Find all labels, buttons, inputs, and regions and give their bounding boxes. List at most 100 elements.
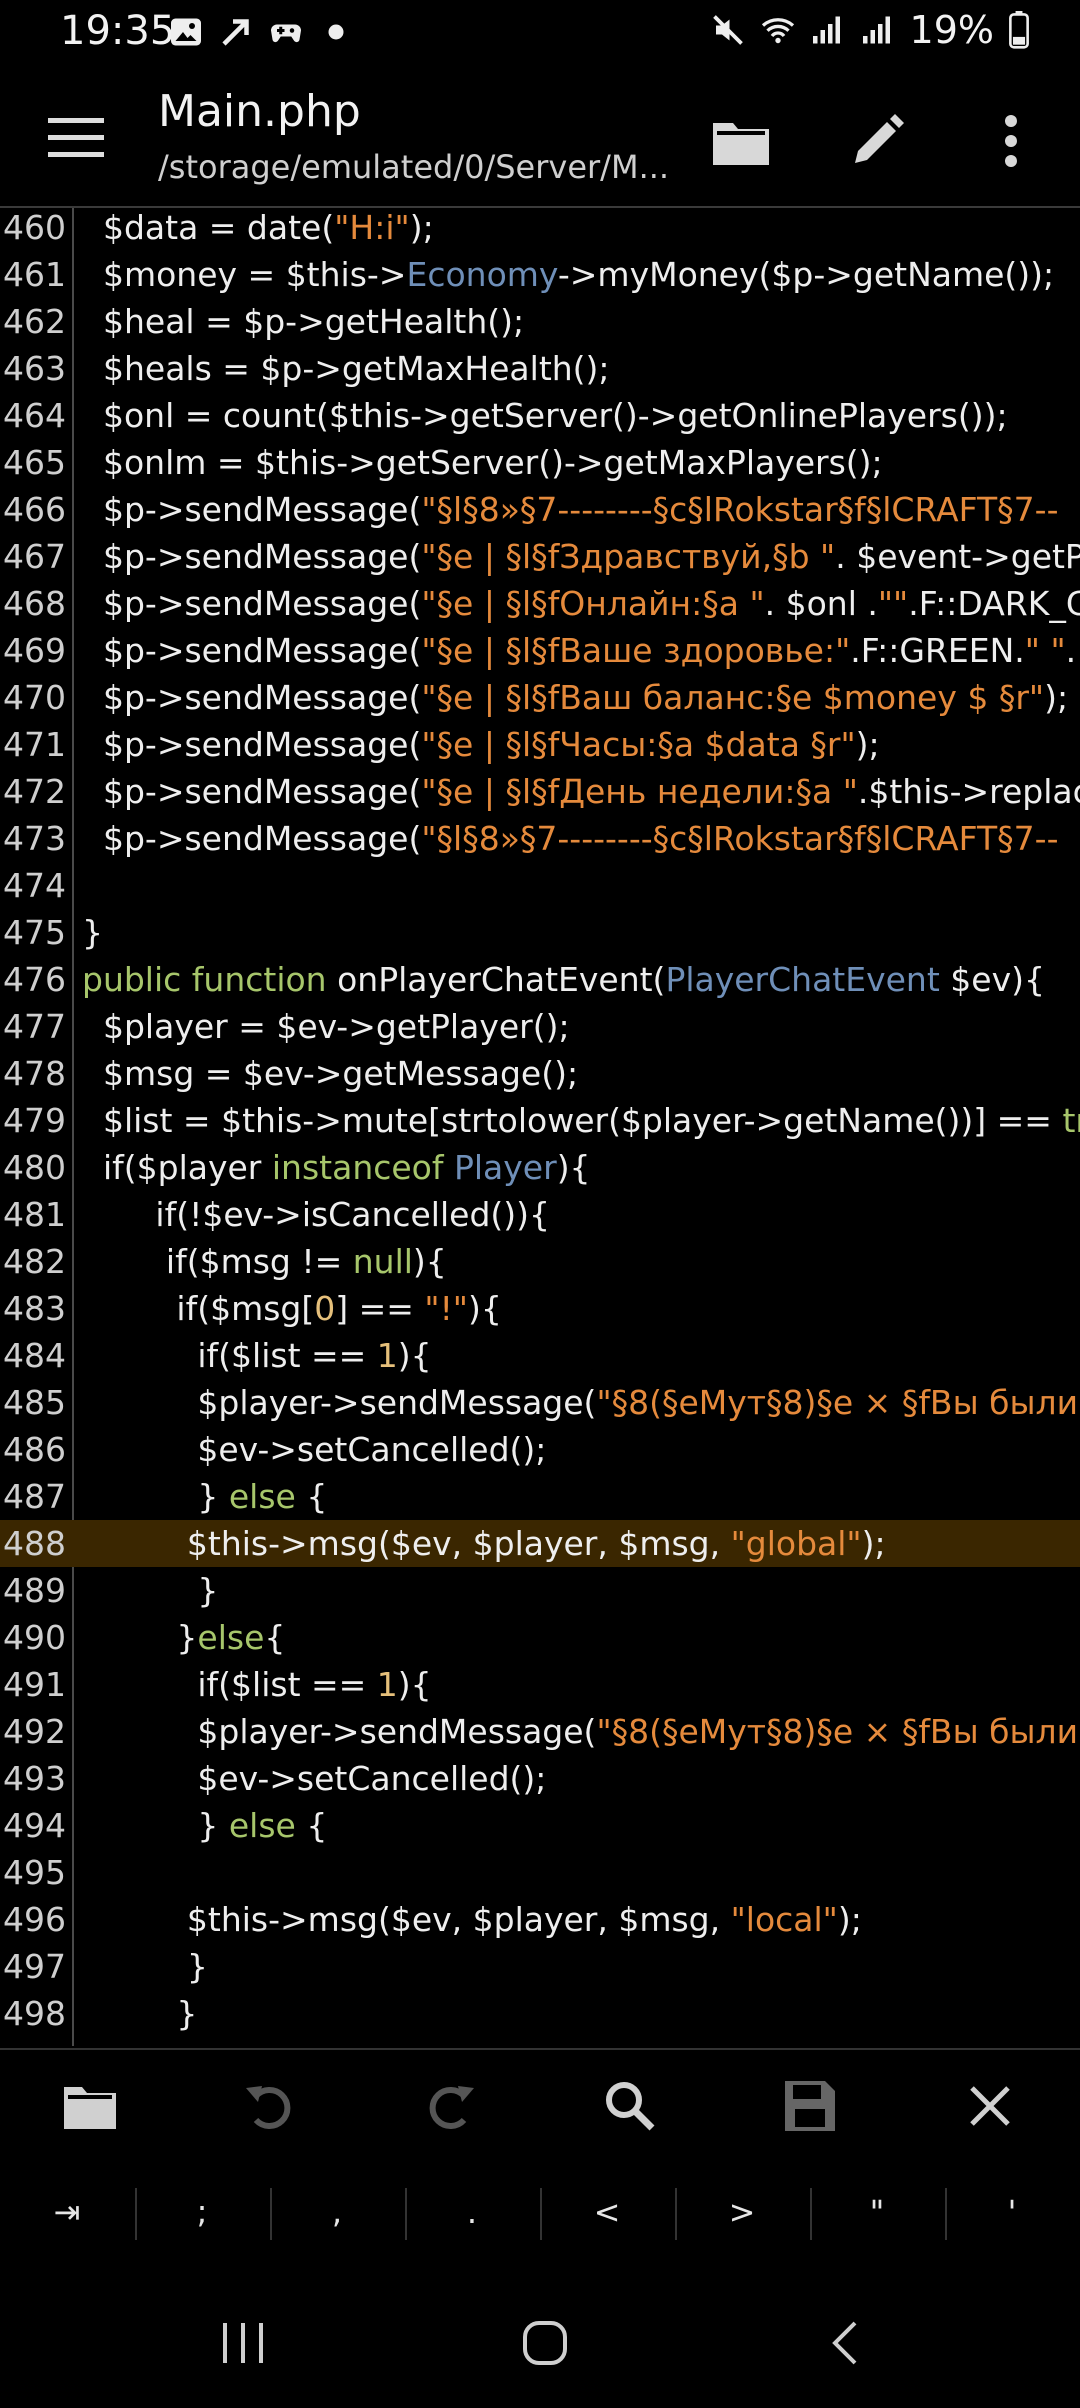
code-line[interactable]: 481 if(!$ev->isCancelled()){ bbox=[0, 1191, 1080, 1238]
code-line[interactable]: 494 } else { bbox=[0, 1802, 1080, 1849]
symbol-key[interactable]: ⇥ bbox=[0, 2162, 134, 2262]
line-number: 468 bbox=[3, 584, 66, 623]
code-line[interactable]: 493 $ev->setCancelled(); bbox=[0, 1755, 1080, 1802]
line-number: 472 bbox=[3, 772, 66, 811]
code-line[interactable]: 465 $onlm = $this->getServer()->getMaxPl… bbox=[0, 439, 1080, 486]
edit-button[interactable] bbox=[842, 106, 912, 176]
symbol-key[interactable]: . bbox=[405, 2162, 539, 2262]
code-text: $this->msg($ev, $player, $msg, "local"); bbox=[82, 1900, 862, 1939]
redo-icon bbox=[429, 2086, 474, 2129]
undo-button[interactable] bbox=[234, 2070, 306, 2142]
code-line[interactable]: 470 $p->sendMessage("§e | §l§fВаш баланс… bbox=[0, 674, 1080, 721]
code-line[interactable]: 479 $list = $this->mute[strtolower($play… bbox=[0, 1097, 1080, 1144]
code-text: if($list == 1){ bbox=[82, 1336, 432, 1375]
line-number: 479 bbox=[3, 1101, 66, 1140]
line-number: 492 bbox=[3, 1712, 66, 1751]
code-line[interactable]: 486 $ev->setCancelled(); bbox=[0, 1426, 1080, 1473]
line-number: 478 bbox=[3, 1054, 66, 1093]
navigation-bar bbox=[0, 2272, 1080, 2408]
line-number: 466 bbox=[3, 490, 66, 529]
line-number: 477 bbox=[3, 1007, 66, 1046]
line-number: 494 bbox=[3, 1806, 66, 1845]
code-text: if($list == 1){ bbox=[82, 1665, 432, 1704]
line-number: 482 bbox=[3, 1242, 66, 1281]
recents-button[interactable] bbox=[208, 2308, 278, 2378]
code-line[interactable]: 476 public function onPlayerChatEvent(Pla… bbox=[0, 956, 1080, 1003]
symbol-key[interactable]: " bbox=[810, 2162, 944, 2262]
code-line[interactable]: 473 $p->sendMessage("§l§8»§7--------§c§l… bbox=[0, 815, 1080, 862]
code-text: $p->sendMessage("§e | §l§fВаш баланс:§e … bbox=[82, 678, 1069, 717]
search-button[interactable] bbox=[594, 2070, 666, 2142]
back-button[interactable] bbox=[810, 2308, 880, 2378]
symbol-key[interactable]: ' bbox=[945, 2162, 1079, 2262]
code-line[interactable]: 478 $msg = $ev->getMessage(); bbox=[0, 1050, 1080, 1097]
gamepad-icon bbox=[271, 24, 301, 43]
menu-icon[interactable] bbox=[48, 116, 104, 160]
code-line[interactable]: 475} bbox=[0, 909, 1080, 956]
symbol-key[interactable]: < bbox=[540, 2162, 674, 2262]
code-line[interactable]: 483 if($msg[0] == "!"){ bbox=[0, 1285, 1080, 1332]
code-line[interactable]: 464 $onl = count($this->getServer()->get… bbox=[0, 392, 1080, 439]
close-file-button[interactable] bbox=[954, 2070, 1026, 2142]
code-line[interactable]: 492 $player->sendMessage("§8(§eМут§8)§e … bbox=[0, 1708, 1080, 1755]
line-number: 476 bbox=[3, 960, 66, 999]
code-line[interactable]: 489 } bbox=[0, 1567, 1080, 1614]
code-line[interactable]: 463 $heals = $p->getMaxHealth(); bbox=[0, 345, 1080, 392]
code-editor[interactable]: 460 $data = date("H:i"); 461 $money = $th… bbox=[0, 208, 1080, 2046]
code-text: } else { bbox=[82, 1477, 328, 1516]
code-line[interactable]: 472 $p->sendMessage("§e | §l§fДень недел… bbox=[0, 768, 1080, 815]
code-line[interactable]: 485 $player->sendMessage("§8(§eМут§8)§e … bbox=[0, 1379, 1080, 1426]
line-number: 480 bbox=[3, 1148, 66, 1187]
code-text: $p->sendMessage("§e | §l§fВаше здоровье:… bbox=[82, 631, 1077, 670]
symbol-separator bbox=[945, 2188, 947, 2240]
code-text: $player = $ev->getPlayer(); bbox=[82, 1007, 570, 1046]
undo-icon bbox=[246, 2086, 291, 2129]
code-line[interactable]: 487 } else { bbox=[0, 1473, 1080, 1520]
line-number: 469 bbox=[3, 631, 66, 670]
code-line[interactable]: 484 if($list == 1){ bbox=[0, 1332, 1080, 1379]
symbol-key[interactable]: ; bbox=[135, 2162, 269, 2262]
code-line[interactable]: 462 $heal = $p->getHealth(); bbox=[0, 298, 1080, 345]
code-line[interactable]: 498 } bbox=[0, 1990, 1080, 2037]
line-number: 485 bbox=[3, 1383, 66, 1422]
redo-button[interactable] bbox=[414, 2070, 486, 2142]
code-line[interactable]: 469 $p->sendMessage("§e | §l§fВаше здоро… bbox=[0, 627, 1080, 674]
home-button[interactable] bbox=[510, 2308, 580, 2378]
symbol-separator bbox=[135, 2188, 137, 2240]
code-line[interactable]: 468 $p->sendMessage("§e | §l§fОнлайн:§a … bbox=[0, 580, 1080, 627]
line-number: 461 bbox=[3, 255, 66, 294]
code-line[interactable]: 460 $data = date("H:i"); bbox=[0, 208, 1080, 251]
code-line[interactable]: 471 $p->sendMessage("§e | §l§fЧасы:§a $d… bbox=[0, 721, 1080, 768]
code-line[interactable]: 467 $p->sendMessage("§e | §l§fЗдравствуй… bbox=[0, 533, 1080, 580]
code-line[interactable]: 477 $player = $ev->getPlayer(); bbox=[0, 1003, 1080, 1050]
code-line[interactable]: 474 bbox=[0, 862, 1080, 909]
code-line[interactable]: 466 $p->sendMessage("§l§8»§7--------§c§l… bbox=[0, 486, 1080, 533]
code-line[interactable]: 495 bbox=[0, 1849, 1080, 1896]
symbol-key[interactable]: , bbox=[270, 2162, 404, 2262]
code-line[interactable]: 490 }else{ bbox=[0, 1614, 1080, 1661]
symbol-key[interactable]: > bbox=[675, 2162, 809, 2262]
code-text: $p->sendMessage("§l§8»§7--------§c§lRoks… bbox=[82, 490, 1059, 529]
overflow-menu-button[interactable] bbox=[976, 106, 1046, 176]
code-line[interactable]: 491 if($list == 1){ bbox=[0, 1661, 1080, 1708]
signal-icon bbox=[812, 16, 840, 44]
code-text: } bbox=[82, 913, 103, 952]
line-number: 481 bbox=[3, 1195, 66, 1234]
app-bar: Main.php /storage/emulated/0/Server/M... bbox=[0, 70, 1080, 208]
line-number: 491 bbox=[3, 1665, 66, 1704]
save-button[interactable] bbox=[774, 2070, 846, 2142]
code-line[interactable]: 488 $this->msg($ev, $player, $msg, "glob… bbox=[0, 1520, 1080, 1567]
open-folder-button[interactable] bbox=[706, 106, 776, 176]
code-text: if($player instanceof Player){ bbox=[82, 1148, 591, 1187]
code-text: $player->sendMessage("§8(§eМут§8)§e × §f… bbox=[82, 1383, 1079, 1422]
files-button[interactable] bbox=[54, 2070, 126, 2142]
code-line[interactable]: 482 if($msg != null){ bbox=[0, 1238, 1080, 1285]
code-text: $p->sendMessage("§e | §l§fОнлайн:§a ". $… bbox=[82, 584, 1080, 623]
search-icon bbox=[606, 2082, 655, 2131]
code-line[interactable]: 480 if($player instanceof Player){ bbox=[0, 1144, 1080, 1191]
code-text: } bbox=[82, 1571, 219, 1610]
code-line[interactable]: 461 $money = $this->Economy->myMoney($p-… bbox=[0, 251, 1080, 298]
more-vert-icon bbox=[1005, 115, 1017, 167]
code-line[interactable]: 497 } bbox=[0, 1943, 1080, 1990]
code-line[interactable]: 496 $this->msg($ev, $player, $msg, "loca… bbox=[0, 1896, 1080, 1943]
